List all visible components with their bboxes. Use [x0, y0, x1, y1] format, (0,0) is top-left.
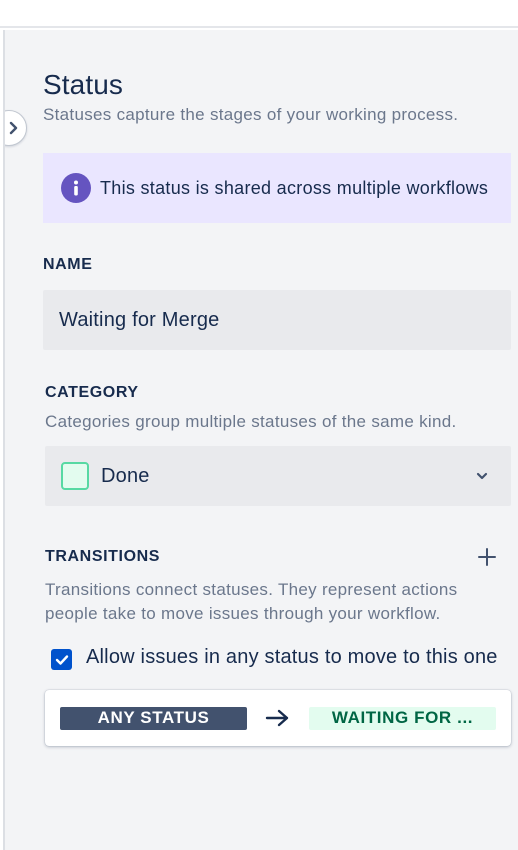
status-details-panel: Status Statuses capture the stages of yo…	[3, 30, 518, 850]
transitions-label: TRANSITIONS	[45, 548, 161, 565]
chevron-right-icon	[9, 121, 18, 135]
transition-card[interactable]: ANY STATUS WAITING FOR ...	[45, 690, 511, 746]
category-description: Categories group multiple statuses of th…	[45, 412, 457, 431]
allow-any-status-checkbox[interactable]	[51, 649, 72, 670]
category-selected-value: Done	[101, 464, 150, 487]
from-status-lozenge: ANY STATUS	[60, 706, 247, 730]
name-label: NAME	[43, 256, 93, 273]
category-select[interactable]: Done	[45, 446, 511, 506]
add-transition-button[interactable]	[471, 543, 503, 571]
panel-subtitle: Statuses capture the stages of your work…	[43, 105, 459, 124]
arrow-right-icon	[265, 708, 291, 728]
transitions-header: TRANSITIONS	[45, 543, 511, 571]
plus-icon	[478, 548, 496, 566]
panel-title: Status	[43, 69, 123, 100]
top-bar	[0, 0, 518, 28]
to-status-lozenge: WAITING FOR ...	[309, 706, 496, 730]
info-icon	[61, 173, 91, 203]
allow-any-status-option: Allow issues in any status to move to th…	[51, 642, 511, 672]
panel-content: Status Statuses capture the stages of yo…	[43, 68, 513, 746]
status-name-value: Waiting for Merge	[59, 308, 220, 331]
status-name-field[interactable]: Waiting for Merge	[43, 290, 511, 350]
transitions-description: Transitions connect statuses. They repre…	[45, 580, 458, 623]
shared-status-banner: This status is shared across multiple wo…	[43, 153, 511, 223]
allow-any-status-label[interactable]: Allow issues in any status to move to th…	[86, 642, 498, 672]
category-label: CATEGORY	[45, 384, 139, 401]
check-icon	[55, 654, 68, 665]
collapse-panel-button[interactable]	[5, 110, 27, 146]
category-color-swatch	[61, 462, 89, 490]
banner-text: This status is shared across multiple wo…	[100, 177, 489, 198]
chevron-down-icon	[475, 471, 489, 481]
